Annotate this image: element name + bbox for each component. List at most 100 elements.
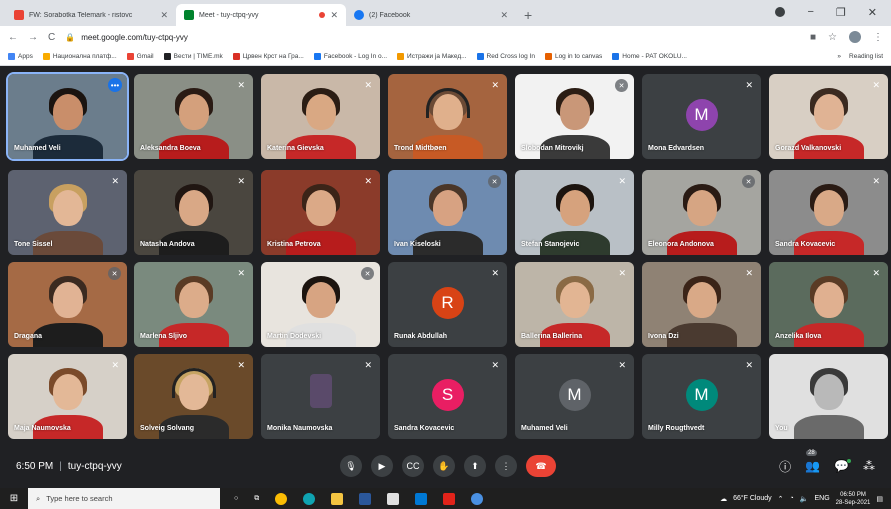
- maximize-icon[interactable]: ❐: [836, 6, 846, 19]
- address-bar[interactable]: 🔒 meet.google.com/tuy-ctpq-yvy: [65, 33, 800, 42]
- close-tab-icon[interactable]: ✕: [500, 10, 508, 21]
- mic-off-icon: ✕: [615, 79, 628, 92]
- mic-off-icon: ✕: [364, 360, 372, 370]
- cortana-icon[interactable]: ○: [234, 495, 238, 502]
- taskbar-clock[interactable]: 06:50 PM 28-Sep-2021: [836, 491, 871, 507]
- participant-tile[interactable]: ✕ Kristina Petrova: [261, 170, 380, 255]
- participant-tile[interactable]: M ✕ Muhamed Veli: [515, 354, 634, 439]
- participant-tile[interactable]: ✕ Solveig Solvang: [134, 354, 253, 439]
- participant-tile[interactable]: ✕ Trond Midtbøen: [388, 74, 507, 159]
- taskbar-search[interactable]: ⌕ Type here to search: [28, 488, 220, 509]
- participant-tile[interactable]: ✕ Stefan Stanojevic: [515, 170, 634, 255]
- camera-icon[interactable]: ■: [810, 32, 816, 43]
- bookmark-item[interactable]: Facebook - Log In o...: [313, 53, 387, 60]
- participant-tile[interactable]: ✕ Ivona Dzi: [642, 262, 761, 347]
- participant-tile[interactable]: R ✕ Runak Abdullah: [388, 262, 507, 347]
- store-icon[interactable]: [387, 492, 400, 505]
- camera-button[interactable]: ▶: [371, 455, 393, 477]
- notifications-icon[interactable]: ▤: [876, 495, 883, 503]
- browser-tab-email[interactable]: FW: Sorabotka Telemark - ristovc ✕: [6, 4, 176, 26]
- participant-tile[interactable]: ✕ Ballerina Ballerina: [515, 262, 634, 347]
- word-icon[interactable]: [359, 492, 372, 505]
- participant-tile[interactable]: ✕ Martin Dodevski: [261, 262, 380, 347]
- mail-icon[interactable]: [415, 492, 428, 505]
- file-explorer-icon[interactable]: [331, 492, 344, 505]
- bookmarks-overflow[interactable]: »: [837, 53, 841, 60]
- close-tab-icon[interactable]: ✕: [160, 10, 168, 21]
- participant-tile[interactable]: You: [769, 354, 888, 439]
- close-tab-icon[interactable]: ✕: [330, 10, 338, 21]
- participant-tile[interactable]: S ✕ Sandra Kovacevic: [388, 354, 507, 439]
- account-avatar[interactable]: [849, 31, 861, 43]
- participant-tile[interactable]: ✕ Gorazd Valkanovski: [769, 74, 888, 159]
- participant-name: Monika Naumovska: [267, 425, 333, 432]
- participant-name: Aleksandra Boeva: [140, 145, 201, 152]
- meeting-details-icon[interactable]: ⓘ: [779, 458, 791, 475]
- bookmark-item[interactable]: Log in to canvas: [544, 53, 602, 60]
- language-indicator[interactable]: ENG: [815, 495, 830, 502]
- bookmark-item[interactable]: Национална платф...: [42, 53, 117, 60]
- bookmark-item[interactable]: Gmail: [126, 53, 154, 60]
- edge-icon[interactable]: [303, 492, 316, 505]
- participant-tile[interactable]: ✕ Monika Naumovska: [261, 354, 380, 439]
- app-icon[interactable]: [471, 492, 484, 505]
- forward-icon[interactable]: →: [28, 32, 38, 43]
- participant-tile[interactable]: M ✕ Milly Rougthvedt: [642, 354, 761, 439]
- bookmark-item[interactable]: Истражи ја Макед...: [397, 53, 467, 60]
- windows-start-icon[interactable]: ⊞: [0, 493, 28, 504]
- tray-chevron-icon[interactable]: ⌃: [778, 495, 784, 503]
- participant-tile[interactable]: ✕ Eleonora Andonova: [642, 170, 761, 255]
- browser-tab-facebook[interactable]: (2) Facebook ✕: [346, 4, 516, 26]
- weather-text[interactable]: 66°F Cloudy: [733, 495, 772, 502]
- participant-tile[interactable]: ✕ Sandra Kovacevic: [769, 170, 888, 255]
- bookmark-item[interactable]: Вести | TIME.mk: [163, 53, 223, 60]
- weather-icon: ☁: [720, 495, 728, 503]
- profile-icon[interactable]: [775, 7, 786, 17]
- participant-tile[interactable]: ✕ Slobodan Mitrovikj: [515, 74, 634, 159]
- browser-tab-meet[interactable]: Meet - tuy-ctpq-yvy ✕: [176, 4, 346, 26]
- participant-tile[interactable]: ✕ Katerina Gievska: [261, 74, 380, 159]
- activities-icon[interactable]: ⁂: [863, 459, 875, 473]
- raise-hand-button[interactable]: ✋: [433, 455, 455, 477]
- meeting-divider: |: [59, 460, 62, 472]
- microphone-button[interactable]: 🎙: [340, 455, 362, 477]
- new-tab-button[interactable]: +: [524, 4, 532, 26]
- bookmark-item[interactable]: Home - PAT OKOLU...: [612, 53, 687, 60]
- participant-tile[interactable]: M ✕ Mona Edvardsen: [642, 74, 761, 159]
- participant-tile[interactable]: ✕ Tone Sissel: [8, 170, 127, 255]
- task-view-icon[interactable]: ⧉: [254, 495, 259, 503]
- bookmark-item[interactable]: Црвен Крст на Гра...: [232, 53, 304, 60]
- participant-tile[interactable]: ✕ Ivan Kiseloski: [388, 170, 507, 255]
- bookmark-item[interactable]: Red Cross log In: [476, 53, 535, 60]
- bookmark-star-icon[interactable]: ☆: [828, 32, 837, 43]
- participant-tile[interactable]: ✕ Natasha Andova: [134, 170, 253, 255]
- participant-tile[interactable]: ••• Muhamed Veli: [6, 72, 129, 161]
- minimize-icon[interactable]: −: [807, 6, 813, 18]
- chat-button[interactable]: 💬: [834, 459, 851, 473]
- close-window-icon[interactable]: ✕: [868, 6, 877, 19]
- bookmarks-bar: Apps Национална платф... Gmail Вести | TIME…: [0, 48, 891, 66]
- network-icon[interactable]: ◔: [790, 495, 794, 502]
- participant-tile[interactable]: ✕ Dragana: [8, 262, 127, 347]
- people-button[interactable]: 28 👥: [805, 450, 820, 473]
- participant-tile[interactable]: ✕ Aleksandra Boeva: [134, 74, 253, 159]
- menu-icon[interactable]: ⋮: [873, 32, 883, 43]
- volume-icon[interactable]: 🔈: [800, 495, 809, 503]
- mic-off-icon: ✕: [488, 175, 501, 188]
- reading-list-button[interactable]: Reading list: [849, 53, 883, 60]
- participant-name: Eleonora Andonova: [648, 241, 714, 248]
- acrobat-icon[interactable]: [443, 492, 456, 505]
- more-options-button[interactable]: ⋮: [495, 455, 517, 477]
- participant-tile[interactable]: ✕ Anzelika Ilova: [769, 262, 888, 347]
- captions-button[interactable]: CC: [402, 455, 424, 477]
- present-button[interactable]: ⬆: [464, 455, 486, 477]
- mic-off-icon: ✕: [237, 176, 245, 186]
- back-icon[interactable]: ←: [8, 32, 18, 43]
- more-options-icon[interactable]: •••: [108, 78, 122, 92]
- bookmark-item[interactable]: Apps: [8, 53, 33, 60]
- participant-tile[interactable]: ✕ Maja Naumovska: [8, 354, 127, 439]
- chrome-icon[interactable]: [275, 492, 288, 505]
- end-call-button[interactable]: ☎: [526, 455, 556, 477]
- participant-tile[interactable]: ✕ Marlena Sljivo: [134, 262, 253, 347]
- reload-icon[interactable]: C: [48, 32, 55, 43]
